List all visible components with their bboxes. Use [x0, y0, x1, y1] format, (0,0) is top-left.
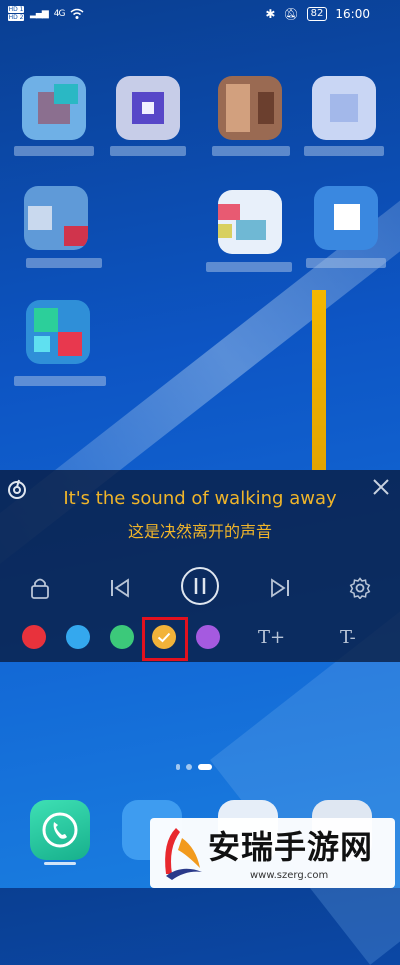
- lock-icon: [31, 578, 49, 599]
- app-label-blurred: [14, 146, 94, 156]
- app-label-blurred: [304, 146, 384, 156]
- lock-button[interactable]: [22, 570, 58, 606]
- watermark-url: www.szerg.com: [250, 870, 329, 881]
- site-watermark: 安瑞手游网 www.szerg.com: [150, 818, 395, 888]
- color-option-red[interactable]: [22, 625, 46, 649]
- skip-next-icon: [271, 578, 289, 598]
- app-label-blurred: [26, 258, 102, 268]
- color-option-purple[interactable]: [196, 625, 220, 649]
- color-picker-row: T+ T-: [0, 615, 400, 655]
- app-icon-blurred[interactable]: [26, 300, 90, 364]
- skip-previous-icon: [111, 578, 129, 598]
- page-dot: [176, 764, 180, 770]
- battery-indicator: 82: [306, 7, 328, 21]
- lyric-line-english: It's the sound of walking away: [63, 488, 337, 509]
- lyric-line-chinese: 这是决然离开的声音: [127, 522, 272, 541]
- app-icon-blurred[interactable]: [218, 76, 282, 140]
- app-icon-blurred[interactable]: [24, 186, 88, 250]
- app-icon-blurred[interactable]: [218, 190, 282, 254]
- wallpaper-accent-bar: [312, 290, 326, 470]
- settings-button[interactable]: [342, 570, 378, 606]
- mute-icon: 🔕︎: [283, 7, 299, 21]
- app-label-blurred: [14, 376, 106, 386]
- previous-button[interactable]: [102, 570, 138, 606]
- app-label-blurred: [206, 262, 292, 272]
- app-icon-blurred[interactable]: [116, 76, 180, 140]
- clock: 16:00: [335, 7, 370, 21]
- font-size-increase-button[interactable]: T+: [258, 627, 285, 648]
- app-icon-blurred[interactable]: [314, 186, 378, 250]
- app-label-blurred: [110, 146, 186, 156]
- page-dot-active: [198, 764, 212, 770]
- phone-app-icon[interactable]: [30, 800, 90, 860]
- color-option-green[interactable]: [110, 625, 134, 649]
- phone-icon: [42, 812, 78, 848]
- app-label-blurred: [306, 258, 386, 268]
- sim1-badge: HD 1: [8, 6, 24, 13]
- app-icon-blurred[interactable]: [22, 76, 86, 140]
- app-label-blurred: [212, 146, 290, 156]
- dock-app-underline: [44, 862, 76, 865]
- next-button[interactable]: [262, 570, 298, 606]
- color-option-light-blue[interactable]: [66, 625, 90, 649]
- page-dot: [186, 764, 192, 770]
- wifi-icon: [70, 8, 84, 19]
- status-right: ✱ 🔕︎ 82 16:00: [265, 7, 370, 21]
- sim2-badge: HD 2: [8, 14, 24, 21]
- status-left: HD 1 HD 2 ▂▄▆ 4G: [8, 6, 84, 21]
- selection-highlight-box: [142, 617, 188, 661]
- watermark-logo-icon: [165, 828, 202, 880]
- signal-label: 4G: [53, 8, 66, 19]
- sim-indicators: HD 1 HD 2: [8, 6, 24, 21]
- app-icon-blurred[interactable]: [312, 76, 376, 140]
- page-indicator: [176, 764, 212, 770]
- desktop-lyrics-panel: It's the sound of walking away 这是决然离开的声音: [0, 470, 400, 662]
- watermark-title: 安瑞手游网: [208, 828, 374, 866]
- font-size-decrease-button[interactable]: T-: [340, 627, 356, 648]
- pause-button[interactable]: [180, 566, 220, 606]
- bluetooth-icon: ✱: [265, 7, 276, 21]
- signal-icon: ▂▄▆: [30, 8, 49, 19]
- status-bar: HD 1 HD 2 ▂▄▆ 4G ✱ 🔕︎ 82 16:00: [0, 0, 400, 30]
- pause-icon: [181, 567, 219, 605]
- gear-icon: [349, 577, 371, 599]
